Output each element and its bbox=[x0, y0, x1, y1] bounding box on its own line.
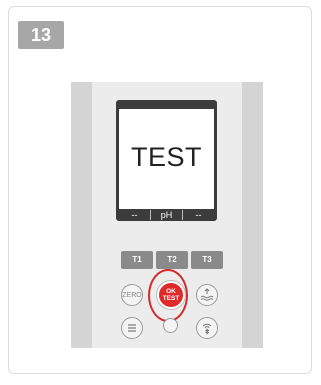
t3-key[interactable]: T3 bbox=[191, 251, 223, 269]
wifi-bluetooth-icon bbox=[202, 323, 212, 335]
menu-icon bbox=[128, 324, 136, 332]
device-left-rail bbox=[71, 82, 92, 348]
zero-button[interactable]: ZERO bbox=[121, 284, 143, 306]
test-label: TEST bbox=[162, 295, 180, 302]
t2-key[interactable]: T2 bbox=[156, 251, 188, 269]
wave-up-button[interactable] bbox=[196, 284, 218, 306]
step-number-badge: 13 bbox=[18, 21, 64, 49]
zero-label: ZERO bbox=[122, 291, 142, 299]
lcd-status-bar: -- pH -- bbox=[119, 209, 214, 221]
ok-test-button[interactable]: OK TEST bbox=[157, 281, 185, 309]
menu-button[interactable] bbox=[121, 317, 143, 339]
wave-up-icon bbox=[200, 288, 214, 301]
status-left: -- bbox=[131, 210, 138, 220]
lcd-display-text: TEST bbox=[130, 142, 202, 172]
device-right-rail bbox=[242, 82, 263, 348]
center-indicator[interactable] bbox=[163, 318, 178, 333]
status-right: -- bbox=[195, 210, 202, 220]
status-center: pH bbox=[160, 210, 173, 220]
wifi-bluetooth-button[interactable] bbox=[196, 317, 218, 339]
ok-label: OK bbox=[166, 288, 176, 295]
t1-key[interactable]: T1 bbox=[121, 251, 153, 269]
